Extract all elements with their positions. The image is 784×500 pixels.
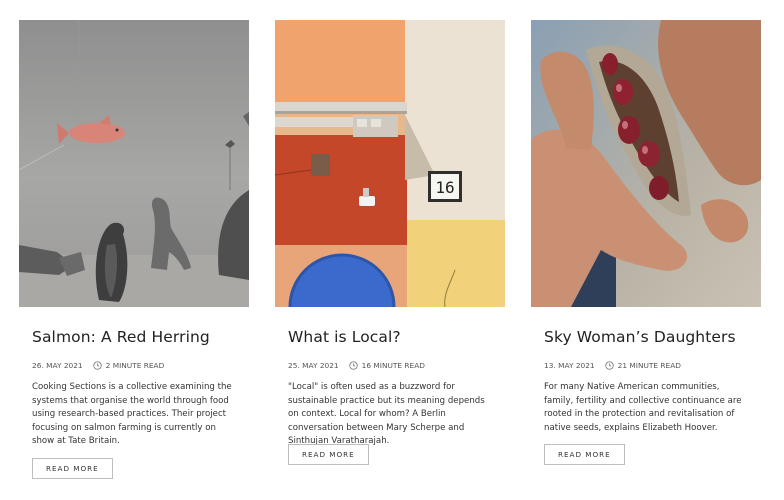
read-more-button[interactable]: READ MORE bbox=[32, 458, 113, 479]
article-description: "Local" is often used as a buzzword for … bbox=[288, 382, 485, 447]
article-meta: 13. MAY 2021 21 MINUTE READ bbox=[544, 361, 681, 370]
hands-seeds-image bbox=[531, 20, 761, 307]
article-card-sky-woman[interactable]: Sky Woman’s Daughters 13. MAY 2021 21 MI… bbox=[531, 20, 761, 465]
house-number: 16 bbox=[435, 178, 454, 197]
article-title[interactable]: What is Local? bbox=[288, 328, 401, 346]
article-meta: 26. MAY 2021 2 MINUTE READ bbox=[32, 361, 164, 370]
article-card-local[interactable]: 16 What is Local? 25. MAY 2021 16 MINUTE… bbox=[275, 20, 505, 465]
article-description: Cooking Sections is a collective examini… bbox=[32, 382, 232, 447]
article-card-salmon[interactable]: Salmon: A Red Herring 26. MAY 2021 2 MIN… bbox=[19, 20, 249, 479]
read-time: 2 MINUTE READ bbox=[105, 361, 165, 370]
clock-icon bbox=[604, 361, 614, 370]
article-date: 13. MAY 2021 bbox=[544, 361, 595, 370]
article-title[interactable]: Sky Woman’s Daughters bbox=[544, 328, 736, 346]
article-image-salmon[interactable] bbox=[19, 20, 249, 307]
read-more-button[interactable]: READ MORE bbox=[544, 444, 625, 465]
salmon-installation-image bbox=[19, 20, 249, 307]
building-facade-image: 16 bbox=[275, 20, 505, 307]
article-meta: 25. MAY 2021 16 MINUTE READ bbox=[288, 361, 425, 370]
article-description: For many Native American communities, fa… bbox=[544, 382, 742, 433]
read-more-button[interactable]: READ MORE bbox=[288, 444, 369, 465]
clock-icon bbox=[92, 361, 102, 370]
article-title[interactable]: Salmon: A Red Herring bbox=[32, 328, 210, 346]
article-date: 25. MAY 2021 bbox=[288, 361, 339, 370]
article-image-seeds[interactable] bbox=[531, 20, 761, 307]
read-time: 21 MINUTE READ bbox=[617, 361, 681, 370]
read-time: 16 MINUTE READ bbox=[361, 361, 425, 370]
clock-icon bbox=[348, 361, 358, 370]
article-date: 26. MAY 2021 bbox=[32, 361, 83, 370]
article-image-local[interactable]: 16 bbox=[275, 20, 505, 307]
